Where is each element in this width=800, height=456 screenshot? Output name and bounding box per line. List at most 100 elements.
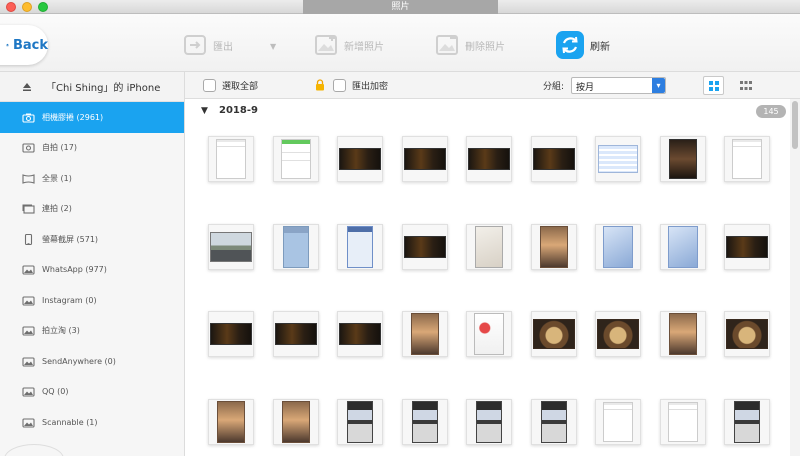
photo-thumbnail[interactable] [401,398,448,445]
photo-thumbnail[interactable] [724,136,770,182]
photo-image [475,225,503,268]
group-title: 2018-9 [219,105,258,116]
scrollbar-thumb[interactable] [792,101,798,149]
photo-thumbnail[interactable] [659,223,706,270]
grid-large-icon [708,80,719,91]
photo-thumbnail[interactable] [659,136,706,182]
minimize-window-button[interactable] [22,2,32,12]
photo-thumbnail[interactable] [401,136,448,182]
grid-view-button[interactable] [703,76,724,95]
sidebar-item-10[interactable]: Scannable (1) [0,407,184,438]
photo-thumbnail[interactable] [659,398,706,445]
photo-thumbnail[interactable] [659,311,706,357]
group-header[interactable]: ▼ 2018-9 145 [185,99,790,123]
photo-thumbnail[interactable] [466,398,512,445]
photo-thumbnail[interactable] [530,311,577,357]
photo-thumbnail[interactable] [272,136,319,182]
burst-icon [22,204,35,214]
photo-image [598,145,638,173]
photo-thumbnail[interactable] [401,311,448,357]
photo-thumbnail[interactable] [208,398,254,445]
photo-thumbnail[interactable] [466,136,512,182]
album-icon [22,265,35,275]
photo-thumbnail[interactable] [595,398,641,445]
export-button[interactable]: 匯出 [183,33,233,57]
photo-thumbnail[interactable] [208,136,254,182]
album-icon [22,418,35,428]
collapse-caret-icon[interactable]: ▼ [201,106,208,116]
export-dropdown-caret[interactable]: ▼ [270,42,276,51]
sidebar: 「Chi Shing」的 iPhone 相機膠捲 (2961) 自拍 (17) 全景… [0,72,185,456]
back-label: Back [12,37,48,53]
group-by-label: 分組: [543,82,565,92]
group-by-value: 按月 [576,83,595,93]
sidebar-item-label: 全景 (1) [42,173,72,183]
delete-photo-label: 刪除照片 [465,41,505,53]
album-icon [22,387,35,397]
photo-thumbnail[interactable] [208,311,254,357]
photo-image [403,148,446,170]
camera-icon [22,113,35,123]
photo-thumbnail[interactable] [272,223,319,270]
chevron-down-icon: ▾ [652,78,665,93]
photo-image [668,313,697,355]
sidebar-item-1[interactable]: 自拍 (17) [0,133,184,164]
vertical-scrollbar[interactable] [790,99,800,456]
photo-thumbnail[interactable] [724,223,770,270]
encrypt-export-checkbox[interactable] [333,79,346,92]
photo-thumbnail[interactable] [530,136,577,182]
back-button[interactable]: Back [0,25,48,65]
photo-thumbnail[interactable] [337,223,383,270]
refresh-icon [556,31,584,59]
device-header[interactable]: 「Chi Shing」的 iPhone [0,72,184,102]
photo-thumbnail[interactable] [530,223,577,270]
album-list: 相機膠捲 (2961) 自拍 (17) 全景 (1) 連拍 (2) 螢幕截屏 (571)… [0,102,184,438]
photo-image [339,148,381,170]
photo-thumbnail[interactable] [272,398,319,445]
photo-thumbnail[interactable] [595,223,641,270]
sidebar-item-3[interactable]: 連拍 (2) [0,194,184,225]
sidebar-item-label: 拍立淘 (3) [42,326,80,336]
photo-thumbnail[interactable] [337,311,383,357]
sidebar-item-8[interactable]: SendAnywhere (0) [0,346,184,377]
sidebar-item-6[interactable]: Instagram (0) [0,285,184,316]
photo-thumbnail[interactable] [724,398,770,445]
photo-image [539,225,568,268]
photo-image [603,401,633,442]
sidebar-item-5[interactable]: WhatsApp (977) [0,255,184,286]
refresh-button[interactable]: 刷新 [556,31,610,59]
photo-thumbnail[interactable] [401,223,448,270]
photo-image [339,323,381,345]
delete-photo-button[interactable]: 刪除照片 [435,33,505,57]
maximize-window-button[interactable] [38,2,48,12]
sidebar-item-0[interactable]: 相機膠捲 (2961) [0,102,184,133]
photo-thumbnail[interactable] [595,311,641,357]
photo-image [603,225,633,268]
grid-small-view-button[interactable] [735,76,756,95]
sidebar-item-9[interactable]: QQ (0) [0,377,184,408]
sidebar-item-4[interactable]: 螢幕截屏 (571) [0,224,184,255]
photo-thumbnail[interactable] [272,311,319,357]
photo-thumbnail[interactable] [595,136,641,182]
add-photo-button[interactable]: 新增照片 [314,33,384,57]
photo-thumbnail[interactable] [530,398,577,445]
photo-thumbnail[interactable] [337,136,383,182]
sidebar-item-7[interactable]: 拍立淘 (3) [0,316,184,347]
select-all-checkbox[interactable] [203,79,216,92]
photo-thumbnail[interactable] [724,311,770,357]
photo-image [474,313,504,355]
select-all-label: 選取全部 [222,82,259,92]
photo-thumbnail[interactable] [208,223,254,270]
toolbar: Back 匯出 ▼ 新增照片 刪除照片 刷新 [0,14,800,72]
photo-thumbnail[interactable] [466,223,512,270]
photo-thumbnail[interactable] [466,311,512,357]
sidebar-item-2[interactable]: 全景 (1) [0,163,184,194]
photo-image [667,225,698,268]
photo-image [734,400,760,443]
group-by-select[interactable]: 按月 ▾ [571,77,666,94]
close-window-button[interactable] [6,2,16,12]
photo-image [468,148,510,170]
sidebar-item-label: WhatsApp (977) [42,265,107,275]
photo-thumbnail[interactable] [337,398,383,445]
home-icon [6,43,9,47]
